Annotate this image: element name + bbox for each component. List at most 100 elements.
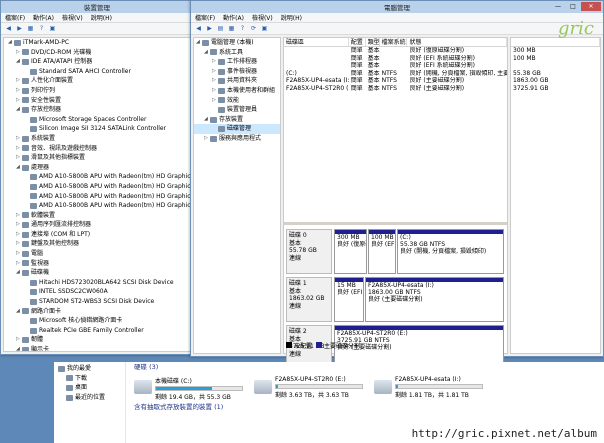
export-icon[interactable]: ▣	[260, 24, 269, 33]
device-manager-titlebar[interactable]: 裝置管理	[1, 1, 193, 13]
tree-item[interactable]: 磁碟管理	[194, 124, 280, 134]
tree-item[interactable]: ▷ 本機使用者和群組	[194, 86, 280, 96]
volume-row[interactable]: 簡單 基本 良好 (EFI 系統磁碟分割)	[284, 55, 507, 63]
tree-item[interactable]: ▷ 人性化介面裝置	[6, 76, 190, 86]
tree-item[interactable]: ▷ 效能	[194, 96, 280, 106]
volume-row[interactable]: 簡單 基本 良好 (復原磁碟分割)	[284, 47, 507, 55]
tree-item[interactable]: ▷ 系統裝置	[6, 134, 190, 144]
volume-row[interactable]: (C:) 簡單基本NTFS 良好 (開機, 分頁檔案, 損毀傾印, 主要磁碟分割)	[284, 70, 507, 78]
disk-row[interactable]: 磁碟 0基本55.78 GB連線300 MB良好 (復原磁碟分割)100 MB良…	[286, 229, 505, 274]
help-icon[interactable]: ?	[37, 24, 46, 33]
menu-item[interactable]: 動作(A)	[33, 13, 54, 22]
tree-item[interactable]: ◢ 系統工具	[194, 48, 280, 58]
close-icon[interactable]: ✕	[581, 2, 601, 11]
column-header[interactable]: 檔案系統	[380, 38, 408, 46]
column-header[interactable]: 配置	[349, 38, 366, 46]
menu-item[interactable]: 檢視(V)	[62, 13, 83, 22]
tree-item[interactable]: ◢ 存放控制器	[6, 105, 190, 115]
menu-item[interactable]: 動作(A)	[223, 13, 244, 22]
menu-item[interactable]: 說明(H)	[91, 13, 112, 22]
properties-icon[interactable]: ▦	[227, 24, 236, 33]
forward-icon[interactable]: ▶	[15, 24, 24, 33]
maximize-icon[interactable]: □	[566, 2, 580, 11]
tree-item[interactable]: Hitachi HDS723020BLA642 SCSI Disk Device	[6, 278, 190, 288]
tree-item[interactable]: INTEL SSDSC2CW060A	[6, 287, 190, 297]
tree-item[interactable]: ◢ 電腦管理 (本機)	[194, 38, 280, 48]
tree-item[interactable]: ▷ 軟體裝置	[6, 211, 190, 221]
partition[interactable]: (C:) 55.38 GB NTFS 良好 (開機, 分頁檔案, 損毀傾印)	[397, 229, 504, 274]
device-icon	[30, 327, 37, 334]
tree-item[interactable]: Microsoft Storage Spaces Controller	[6, 115, 190, 125]
drive-tile[interactable]: 本機磁碟 (C:) 剩餘 19.4 GB，共 55.3 GB	[134, 376, 254, 402]
partition[interactable]: 15 MB良好 (EFI 系統)	[334, 277, 364, 322]
partition[interactable]: 100 MB良好 (EFI 系統)	[368, 229, 396, 274]
folder-icon[interactable]: ▤	[216, 24, 225, 33]
tree-item[interactable]: ◢ iTMark-AMD-PC	[6, 38, 190, 48]
tree-item[interactable]: ▷ 工作排程器	[194, 57, 280, 67]
nav-item[interactable]: 最近的位置	[58, 393, 125, 403]
tree-item[interactable]: STARDOM ST2-WBS3 SCSI Disk Device	[6, 297, 190, 307]
nav-item[interactable]: 桌面	[58, 383, 125, 393]
tree-item[interactable]: ▷ 事件檢視器	[194, 67, 280, 77]
tree-item[interactable]: ◢ 顯示卡	[6, 345, 190, 351]
tree-item[interactable]: ◢ 處理器	[6, 163, 190, 173]
nav-item[interactable]: 下載	[58, 374, 125, 384]
properties-icon[interactable]: ▦	[26, 24, 35, 33]
volume-row[interactable]: F2A85X-UP4-esata (I:) 簡單 基本 NTFS 良好 (主要磁碟分割)	[284, 77, 507, 85]
tree-item[interactable]: Realtek PCIe GBE Family Controller	[6, 326, 190, 336]
tree-item[interactable]: ▷ 列印佇列	[6, 86, 190, 96]
nav-item[interactable]: 我的最愛	[58, 364, 125, 374]
tree-item[interactable]: AMD A10-5800B APU with Radeon(tm) HD Gra…	[6, 182, 190, 192]
tree-item[interactable]: Silicon Image SiI 3124 SATALink Controll…	[6, 124, 190, 134]
tree-item[interactable]: ▷ 韌體	[6, 335, 190, 345]
column-header[interactable]: 狀態	[407, 38, 507, 46]
scan-icon[interactable]: ▣	[48, 24, 57, 33]
menu-item[interactable]: 檔案(F)	[5, 13, 25, 22]
tree-item[interactable]: ▷ 監視器	[6, 259, 190, 269]
tree-item[interactable]: AMD A10-5800B APU with Radeon(tm) HD Gra…	[6, 192, 190, 202]
tree-item[interactable]: Standard SATA AHCI Controller	[6, 67, 190, 77]
menu-item[interactable]: 說明(H)	[281, 13, 302, 22]
drive-tile[interactable]: F2A85X-UP4-esata (I:) 剩餘 1.81 TB，共 1.81 T…	[374, 376, 494, 402]
tree-item[interactable]: ▷ 滑鼠及其他指標裝置	[6, 153, 190, 163]
menu-item[interactable]: 檢視(V)	[252, 13, 273, 22]
tree-item[interactable]: Microsoft 核心偵錯網路介面卡	[6, 316, 190, 326]
column-header[interactable]: 磁碟區	[284, 38, 349, 46]
back-icon[interactable]: ◀	[4, 24, 13, 33]
tree-item[interactable]: ▷ 電腦	[6, 249, 190, 259]
tree-item[interactable]: ◢ IDE ATA/ATAPI 控制器	[6, 57, 190, 67]
tree-item[interactable]: ▷ 音效、視訊及遊戲控制器	[6, 144, 190, 154]
tree-item[interactable]: ▷ 服務與應用程式	[194, 134, 280, 144]
disk-label[interactable]: 磁碟 1 基本 1863.02 GB 連線	[286, 277, 332, 322]
tree-item[interactable]: ▷ 安全性裝置	[6, 96, 190, 106]
forward-icon[interactable]: ▶	[205, 24, 214, 33]
tree-item[interactable]: AMD A10-5800B APU with Radeon(tm) HD Gra…	[6, 172, 190, 182]
menu-item[interactable]: 檔案(F)	[195, 13, 215, 22]
tree-item[interactable]: ▷ 共用資料夾	[194, 76, 280, 86]
refresh-icon[interactable]: ⟳	[249, 24, 258, 33]
hard-drives-section[interactable]: 硬碟 (3)	[130, 362, 604, 372]
partition-text: 良好 (開機, 分頁檔案, 損毀傾印)	[400, 248, 487, 255]
tree-item[interactable]: ◢ 存放裝置	[194, 115, 280, 125]
back-icon[interactable]: ◀	[194, 24, 203, 33]
tree-item[interactable]: AMD A10-5800B APU with Radeon(tm) HD Gra…	[6, 201, 190, 211]
minimize-icon[interactable]: —	[551, 2, 565, 11]
partition[interactable]: 300 MB良好 (復原磁碟分割)	[334, 229, 367, 274]
removable-section[interactable]: 含有抽取式存放裝置的裝置 (1)	[130, 402, 223, 412]
column-header[interactable]: 類型	[366, 38, 380, 46]
disk-label[interactable]: 磁碟 0 基本 55.78 GB 連線	[286, 229, 332, 274]
tree-item[interactable]: 裝置管理員	[194, 105, 280, 115]
tree-item[interactable]: ◢ 網路介面卡	[6, 307, 190, 317]
tree-item[interactable]: ◢ 磁碟機	[6, 268, 190, 278]
tree-item[interactable]: ▷ 鍵盤及其他控制器	[6, 239, 190, 249]
drive-tile[interactable]: F2A85X-UP4-ST2R0 (E:) 剩餘 3.63 TB，共 3.63 T…	[254, 376, 374, 402]
tree-item[interactable]: ▷ 連接埠 (COM 和 LPT)	[6, 230, 190, 240]
volume-row[interactable]: F2A85X-UP4-ST2R0 (E:)簡單基本NTFS 良好 (主要磁碟分割)	[284, 85, 507, 93]
help-icon[interactable]: ?	[238, 24, 247, 33]
volume-row[interactable]: 簡單 基本 良好 (EFI 系統磁碟分割)	[284, 62, 507, 70]
tree-item[interactable]: ▷ 通用序列匯流排控制器	[6, 220, 190, 230]
disk-row[interactable]: 磁碟 1基本1863.02 GB連線15 MB良好 (EFI 系統)F2A85X…	[286, 277, 505, 322]
tree-item[interactable]: ▷ DVD/CD-ROM 光碟機	[6, 48, 190, 58]
partition[interactable]: F2A85X-UP4-esata (I:) 1863.00 GB NTFS 良好 (…	[365, 277, 504, 322]
computer-management-titlebar[interactable]: 電腦管理 — □ ✕	[191, 1, 603, 13]
